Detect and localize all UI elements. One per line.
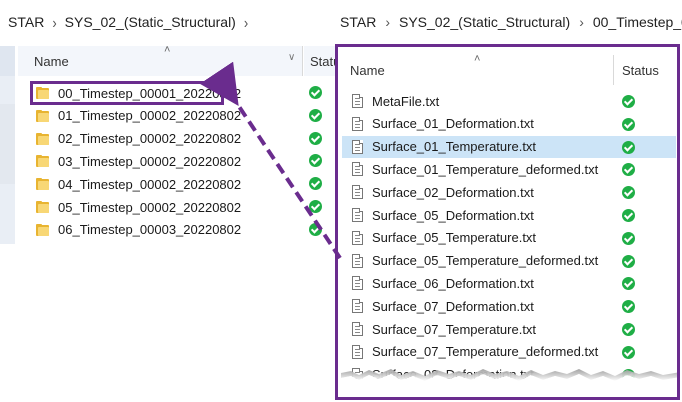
- navigation-pane[interactable]: [0, 46, 15, 244]
- text-file-icon: [352, 253, 363, 268]
- text-file-icon: [352, 208, 363, 222]
- file-name: Surface_01_Temperature_deformed.txt: [372, 161, 599, 177]
- breadcrumb-item-star[interactable]: STAR: [340, 14, 376, 30]
- column-header-status[interactable]: Status: [620, 55, 677, 85]
- chevron-right-icon: ›: [579, 14, 584, 30]
- left-explorer-window: STAR › SYS_02_(Static_Structural) › Name…: [0, 0, 347, 250]
- sort-caret-icon: ˄: [164, 44, 171, 56]
- folder-icon: [36, 223, 49, 236]
- synced-check-icon: [309, 108, 322, 122]
- synced-check-icon: [622, 323, 635, 336]
- column-header-name-label: Name: [350, 62, 385, 78]
- text-file-icon: [352, 276, 363, 291]
- folder-row[interactable]: 03_Timestep_00002_20220802: [28, 150, 328, 172]
- folder-name: 01_Timestep_00002_20220802: [58, 108, 242, 124]
- chevron-down-icon[interactable]: ∨: [288, 52, 295, 63]
- file-name: Surface_02_Deformation.txt: [372, 184, 534, 200]
- synced-check-icon: [309, 222, 322, 236]
- synced-check-icon: [622, 117, 635, 131]
- file-name: Surface_07_Temperature_deformed.txt: [372, 344, 599, 360]
- folder-row[interactable]: 04_Timestep_00002_20220802: [28, 173, 328, 195]
- text-file-icon: [352, 230, 363, 245]
- file-name: Surface_07_Deformation.txt: [372, 298, 534, 314]
- chevron-right-icon: ›: [52, 13, 57, 31]
- chevron-right-icon: ›: [385, 14, 390, 30]
- file-name: Surface_05_Deformation.txt: [372, 207, 534, 223]
- synced-check-icon: [309, 200, 322, 213]
- folder-name: 05_Timestep_00002_20220802: [58, 199, 242, 215]
- file-name: Surface_07_Temperature.txt: [372, 321, 537, 337]
- folder-name: 06_Timestep_00003_20220802: [58, 222, 242, 238]
- column-header-name[interactable]: Name ˄: [18, 44, 303, 76]
- text-file-icon: [352, 344, 363, 359]
- file-name: Surface_01_Temperature.txt: [372, 139, 537, 155]
- folder-row[interactable]: 02_Timestep_00002_20220802: [28, 128, 328, 150]
- text-file-icon: [352, 299, 363, 314]
- file-name: Surface_05_Temperature.txt: [372, 230, 537, 246]
- folder-row[interactable]: 05_Timestep_00002_20220802: [28, 196, 328, 218]
- right-explorer-window: Name ˄ Status MetaFile.txt Surface_01_Def…: [335, 44, 680, 400]
- breadcrumb-right: STAR › SYS_02_(Static_Structural) › 00_T…: [335, 0, 682, 44]
- folder-icon: [36, 155, 49, 168]
- torn-paper-edge: [341, 369, 677, 397]
- synced-check-icon: [622, 95, 635, 108]
- file-name: Surface_06_Deformation.txt: [372, 275, 534, 291]
- synced-check-icon: [309, 86, 322, 99]
- folder-icon: [36, 201, 49, 213]
- synced-check-icon: [622, 345, 635, 359]
- text-file-icon: [352, 322, 363, 336]
- breadcrumb: STAR › SYS_02_(Static_Structural) ›: [8, 0, 256, 44]
- text-file-icon: [352, 139, 363, 154]
- breadcrumb-item-timestep[interactable]: 00_Timestep_00001_20220802: [593, 14, 682, 30]
- file-name: MetaFile.txt: [372, 93, 440, 109]
- sort-caret-icon: ˄: [474, 53, 481, 65]
- folder-name: 04_Timestep_00002_20220802: [58, 176, 242, 192]
- breadcrumb-item-sys02[interactable]: SYS_02_(Static_Structural): [399, 14, 570, 30]
- folder-name: 03_Timestep_00002_20220802: [58, 153, 242, 169]
- folder-row[interactable]: 06_Timestep_00003_20220802: [28, 219, 328, 241]
- synced-check-icon: [622, 209, 635, 222]
- synced-check-icon: [622, 254, 635, 268]
- folder-icon: [36, 178, 49, 191]
- column-header-name[interactable]: Name ˄: [344, 53, 614, 85]
- file-name: Surface_01_Deformation.txt: [372, 116, 534, 132]
- folder-icon: [36, 132, 49, 145]
- text-file-icon: [352, 116, 363, 131]
- nav-pane-item[interactable]: [0, 46, 15, 76]
- breadcrumb-item-star[interactable]: STAR: [8, 14, 44, 30]
- chevron-right-icon: ›: [243, 13, 249, 31]
- breadcrumb-item-sys02[interactable]: SYS_02_(Static_Structural): [65, 14, 236, 30]
- folder-row[interactable]: 01_Timestep_00002_20220802: [28, 105, 328, 127]
- column-header-status-label: Status: [622, 62, 659, 78]
- column-header-name-label: Name: [34, 53, 69, 69]
- text-file-icon: [352, 162, 363, 177]
- file-name: Surface_05_Temperature_deformed.txt: [372, 253, 599, 269]
- synced-check-icon: [622, 231, 635, 245]
- nav-pane-item[interactable]: [0, 104, 15, 184]
- folder-icon: [36, 109, 49, 122]
- folder-name: 02_Timestep_00002_20220802: [58, 131, 242, 147]
- synced-check-icon: [309, 131, 322, 145]
- text-file-icon: [352, 94, 363, 108]
- synced-check-icon: [622, 140, 635, 154]
- text-file-icon: [352, 185, 363, 200]
- annotation-highlight-box: [30, 81, 224, 105]
